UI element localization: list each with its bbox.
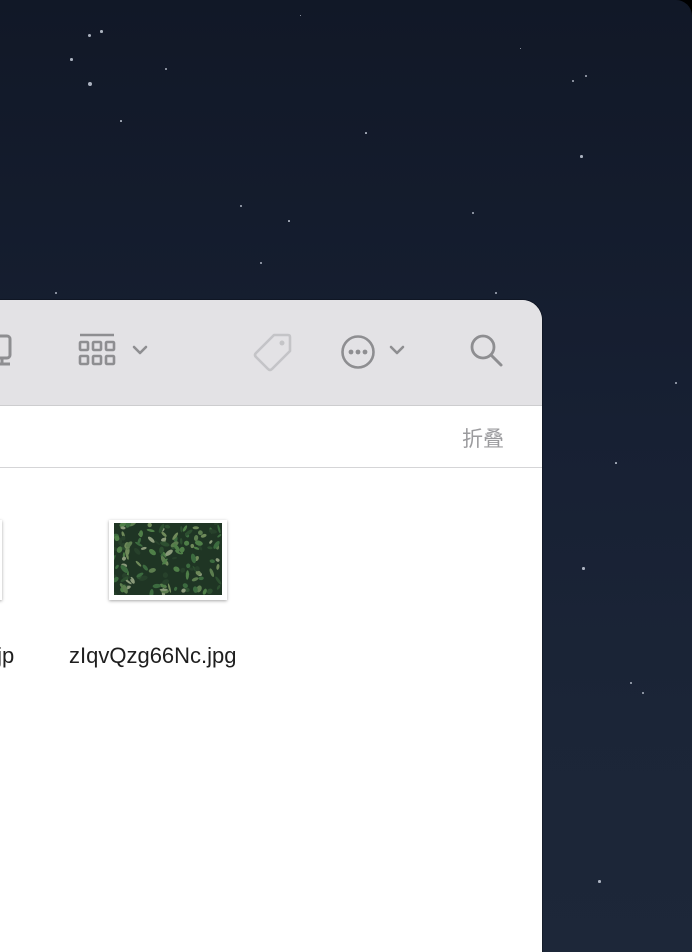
star	[88, 82, 92, 86]
file-name: k.jp	[0, 643, 15, 668]
star	[165, 68, 167, 70]
tag-icon[interactable]	[252, 331, 294, 373]
icon-view-grid-icon[interactable]	[78, 333, 118, 369]
leaf-shape	[192, 526, 199, 530]
star	[572, 80, 574, 82]
star	[100, 30, 103, 33]
finder-window: 折叠 k.jp zIqvQzg66Nc.jpg	[0, 300, 542, 952]
file-thumbnail	[0, 520, 2, 600]
star	[495, 292, 497, 294]
search-icon[interactable]	[469, 333, 505, 369]
star	[260, 262, 262, 264]
desktop: 折叠 k.jp zIqvQzg66Nc.jpg	[0, 0, 692, 952]
collapse-button[interactable]: 折叠	[462, 423, 504, 453]
star	[585, 75, 587, 77]
star	[288, 220, 290, 222]
file-item[interactable]: k.jp	[0, 468, 40, 668]
leaves-thumbnail-image	[114, 523, 222, 595]
star	[675, 382, 677, 384]
star	[582, 567, 585, 570]
star	[365, 132, 367, 134]
star	[88, 34, 91, 37]
star	[240, 205, 242, 207]
file-name: zIqvQzg66Nc.jpg	[69, 643, 237, 668]
more-actions-icon[interactable]	[340, 334, 376, 370]
star	[70, 58, 73, 61]
star	[520, 48, 522, 50]
star	[300, 15, 302, 17]
device-icon[interactable]	[0, 334, 16, 368]
leaf-shape	[159, 588, 168, 591]
file-thumbnail	[109, 520, 227, 600]
star	[580, 155, 583, 158]
star	[472, 212, 474, 214]
path-bar: 折叠	[0, 406, 542, 468]
file-grid: k.jp zIqvQzg66Nc.jpg	[0, 468, 542, 952]
file-item[interactable]: zIqvQzg66Nc.jpg	[60, 468, 280, 668]
toolbar	[0, 300, 542, 406]
star	[642, 692, 644, 694]
star	[630, 682, 632, 684]
star	[55, 292, 57, 294]
chevron-down-icon[interactable]	[132, 344, 148, 356]
star	[598, 880, 601, 883]
star	[615, 462, 617, 464]
chevron-down-icon[interactable]	[389, 344, 405, 356]
star	[120, 120, 122, 122]
